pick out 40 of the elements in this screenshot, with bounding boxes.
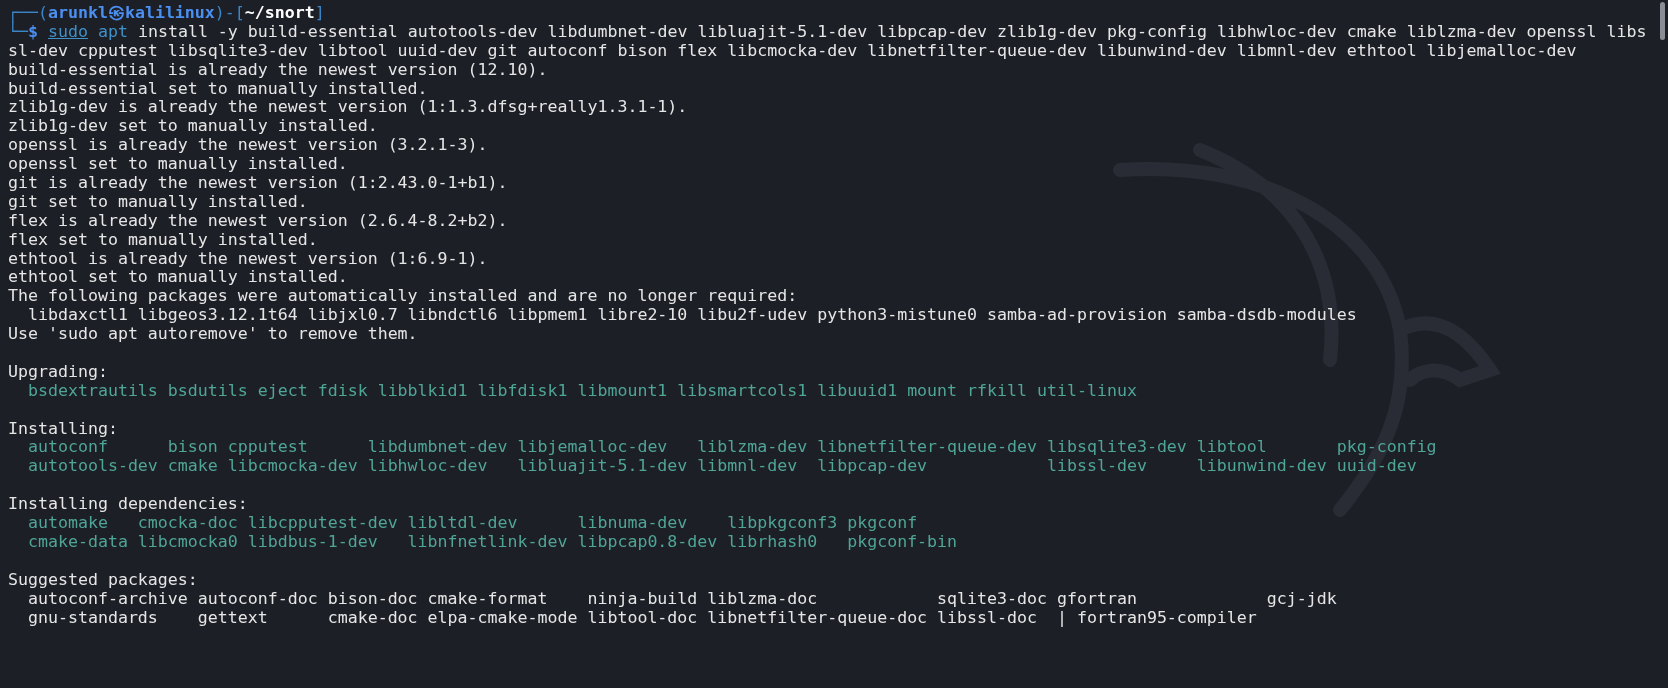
output-line: Installing dependencies: (8, 495, 249, 515)
output-line: Suggested packages: (8, 570, 199, 590)
output-line: build-essential set to manually installed. (8, 79, 429, 99)
output-line: Upgrading: (8, 362, 109, 382)
output-line: The following packages were automatically installed and are no longer required: (8, 287, 799, 307)
output-line: ethtool set to manually installed. (8, 268, 349, 288)
command-sudo: sudo (48, 21, 88, 41)
prompt-symbol: $ (28, 21, 38, 41)
command-arguments: sl-dev cpputest libsqlite3-dev libtool uuid-dev git autoconf bison flex libcmocka-dev libnetfilter-queue-dev libunwind-dev libmnl-dev ethtool libjemalloc-dev (8, 41, 1578, 61)
output-line: zlib1g-dev set to manually installed. (8, 117, 379, 137)
package-list-line: automake cmocka-doc libcpputest-dev libltdl-dev libnuma-dev libpkgconf3 pkgconf (26, 514, 919, 533)
package-list-line: bsdextrautils bsdutils eject fdisk libblkid1 libfdisk1 libmount1 libsmartcols1 libuuid1 mount rfkill util-linux (26, 381, 1138, 401)
output-line: git is already the newest version (1:2.43.0-1+b1). (8, 174, 509, 193)
package-list-line: autotools-dev cmake libcmocka-dev libhwloc-dev libluajit-5.1-dev libmnl-dev libpcap-dev libssl-dev libunwind-dev uuid-dev (26, 457, 1418, 477)
prompt-bracket: ] (314, 3, 325, 22)
output-line: flex is already the newest version (2.6.4-8.2+b2). (8, 211, 509, 231)
output-line: autoconf-archive autoconf-doc bison-doc cmake-format ninja-build liblzma-doc sqlite3-doc gfortran gcj-jdk (26, 589, 1338, 609)
output-line: zlib1g-dev is already the newest version (1:1.3.dfsg+really1.3.1-1). (8, 98, 689, 118)
prompt-separator: )-[ (214, 3, 245, 22)
output-line: openssl is already the newest version (3.2.1-3). (8, 136, 489, 156)
output-line: libdaxctl1 libgeos3.12.1t64 libjxl0.7 libndctl6 libpmem1 libre2-10 libu2f-udev python3-mistune0 samba-ad-provision samba-dsdb-modules (26, 306, 1358, 326)
output-line: Installing: (8, 419, 119, 439)
output-line: Use 'sudo apt autoremove' to remove them. (8, 325, 419, 345)
prompt-at-symbol: ㉿ (107, 3, 125, 22)
output-line: flex set to manually installed. (8, 230, 319, 250)
prompt-path: ~/snort (244, 3, 315, 22)
output-line: git set to manually installed. (8, 192, 309, 212)
package-list-line: cmake-data libcmocka0 libdbus-1-dev libnfnetlink-dev libpcap0.8-dev librhash0 pkgconf-bin (26, 532, 959, 552)
output-line: openssl set to manually installed. (8, 155, 349, 174)
prompt-corner: └─ (8, 21, 28, 41)
scrollbar-thumb[interactable] (1660, 2, 1665, 40)
command-arguments: install -y build-essential autotools-dev libdumbnet-dev libluajit-5.1-dev libpcap-dev zlib1g-dev pkg-config libhwloc-dev cmake liblzma-dev openssl libs (137, 21, 1647, 41)
output-line: gnu-standards gettext cmake-doc elpa-cmake-mode libtool-doc libnetfilter-queue-doc libssl-doc | fortran95-compiler (26, 608, 1258, 628)
output-line: build-essential is already the newest version (12.10). (8, 60, 549, 80)
command-program: apt (97, 21, 128, 41)
prompt-host: kalilinux (124, 3, 215, 22)
prompt-user: arunkl (47, 3, 108, 22)
prompt-corner: ┌──( (8, 3, 48, 22)
package-list-line: autoconf bison cpputest libdumbnet-dev libjemalloc-dev liblzma-dev libnetfilter-queue-dev libsqlite3-dev libtool pkg-config (26, 438, 1438, 458)
output-line: ethtool is already the newest version (1:6.9-1). (8, 249, 489, 269)
